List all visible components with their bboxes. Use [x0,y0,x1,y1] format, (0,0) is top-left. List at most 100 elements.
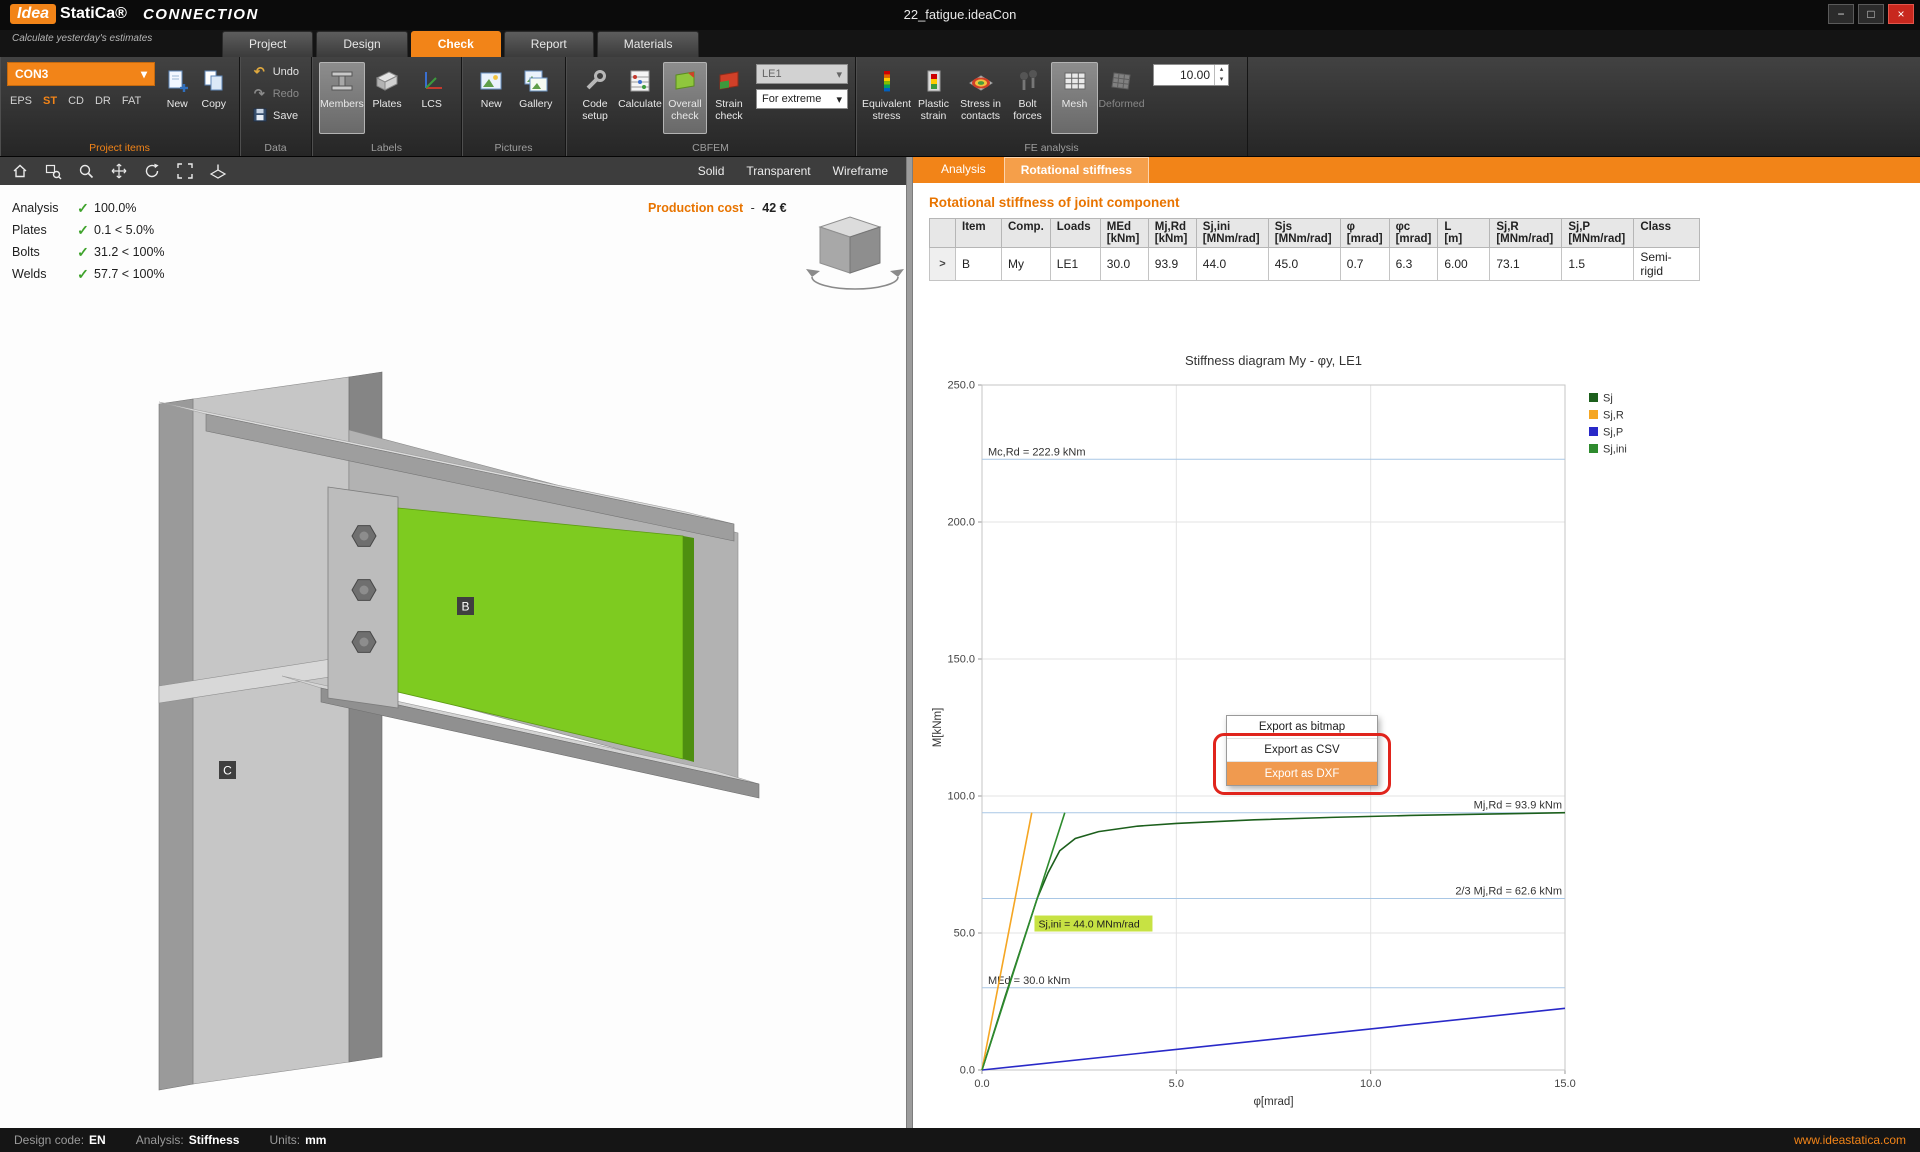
column-header[interactable]: φ [mrad] [1339,218,1390,248]
column-header[interactable]: Class [1633,218,1701,248]
table-cell: LE1 [1049,247,1101,281]
group-label-fe-analysis: FE analysis [1024,142,1079,154]
lcs-button[interactable]: LCS [409,62,454,134]
panel-splitter[interactable] [906,157,913,1128]
zoom-icon [79,164,94,179]
column-header[interactable] [929,218,956,248]
spin-up-icon[interactable]: ▴ [1215,65,1228,75]
website-link[interactable]: www.ideastatica.com [1794,1133,1906,1147]
series-Sj [981,811,1566,1071]
overall-check-button[interactable]: Overall check [662,62,707,134]
tab-analysis[interactable]: Analysis [925,157,1002,183]
filter-st[interactable]: ST [43,95,57,107]
tab-project[interactable]: Project [222,31,314,57]
code-setup-button[interactable]: Code setup [573,62,617,134]
column-header[interactable]: Mj,Rd [kNm] [1147,218,1197,248]
stress-in-contacts-button[interactable]: Stress in contacts [957,62,1004,134]
filter-eps[interactable]: EPS [10,95,32,107]
check-value: 0.1 < 5.0% [94,223,155,237]
tab-report[interactable]: Report [503,31,594,57]
mesh-button[interactable]: Mesh [1051,62,1098,134]
filter-fat[interactable]: FAT [122,95,141,107]
column-header[interactable]: Comp. [1001,218,1051,248]
extreme-selector[interactable]: For extreme ▾ [756,89,849,109]
bolt-forces-button[interactable]: Bolt forces [1004,62,1051,134]
zoom-button[interactable] [76,161,96,181]
fit-view-button[interactable] [175,161,195,181]
column-header[interactable]: Sj,ini [MNm/rad] [1195,218,1269,248]
logo-statica: StatiCa® [60,5,127,22]
tab-materials[interactable]: Materials [596,31,700,57]
home-view-button[interactable] [10,161,30,181]
row-expander[interactable]: > [929,247,956,281]
strain-check-button[interactable]: Strain check [707,62,751,134]
clipping-button[interactable] [208,161,228,181]
project-item-selector[interactable]: CON3 ▾ [7,62,155,86]
rotate-button[interactable] [142,161,162,181]
spin-down-icon[interactable]: ▾ [1215,75,1228,85]
svg-text:C: C [223,764,232,778]
tab-check[interactable]: Check [410,31,501,57]
steel-joint-model[interactable]: B C [0,185,906,1128]
redo-button[interactable]: ↷ Redo [247,84,304,104]
statusbar: Design code: EN Analysis: Stiffness Units:… [0,1128,1920,1152]
tab-design[interactable]: Design [316,31,408,57]
column-header[interactable]: Sjs [MNm/rad] [1267,218,1341,248]
gallery-button[interactable]: Gallery [514,62,559,134]
pan-button[interactable] [109,161,129,181]
new-picture-button[interactable]: New [469,62,514,134]
context-menu-item[interactable]: Export as CSV [1227,739,1377,762]
plastic-strain-button[interactable]: Plastic strain [910,62,957,134]
undo-label: Undo [272,66,299,78]
close-button[interactable]: × [1888,4,1914,24]
view-mode-wireframe[interactable]: Wireframe [833,164,888,178]
abacus-icon [630,70,650,92]
column-header[interactable]: MEd [kNm] [1099,218,1149,248]
load-case-selector[interactable]: LE1 ▾ [756,64,849,84]
deformed-button[interactable]: Deformed [1098,62,1145,134]
copy-icon [204,70,223,91]
spinner-arrows[interactable]: ▴ ▾ [1214,65,1228,85]
table-row[interactable]: > B My LE1 30.0 93.9 44.0 45.0 0.7 6.3 6.00 73.1 1.5… [929,247,1701,281]
viewport-canvas[interactable]: Analysis ✓ 100.0% Plates ✓ 0.1 < 5.0% Bo… [0,185,906,1128]
chevron-down-icon: ▾ [140,67,147,81]
maximize-button[interactable]: □ [1858,4,1884,24]
new-project-item-button[interactable]: New [159,62,196,134]
view-mode-transparent[interactable]: Transparent [746,164,810,178]
column-header[interactable]: Sj,R [MNm/rad] [1489,218,1563,248]
plates-button[interactable]: Plates [365,62,410,134]
column-header[interactable]: Item [955,218,1002,248]
member-label-beam[interactable]: B [457,597,474,615]
production-cost-value: 42 € [762,201,787,215]
calculate-button[interactable]: Calculate [617,62,663,134]
member-label-column[interactable]: C [219,761,236,779]
save-button[interactable]: Save [247,106,304,126]
minimize-button[interactable]: − [1828,4,1854,24]
equivalent-stress-label: Equivalent stress [861,98,912,123]
status-value: EN [89,1133,106,1147]
undo-button[interactable]: ↶ Undo [247,62,304,82]
deformation-scale-spinner[interactable]: 10.00 ▴ ▾ [1153,64,1229,86]
orientation-cube[interactable] [806,216,904,290]
column-header[interactable]: Loads [1049,218,1101,248]
lcs-label: LCS [421,98,442,110]
production-cost-dash: - [750,201,755,215]
copy-project-item-button[interactable]: Copy [196,62,233,134]
equivalent-stress-button[interactable]: Equivalent stress [861,62,912,134]
view-mode-solid[interactable]: Solid [698,164,725,178]
reference-line-label: Mj,Rd = 93.9 kNm [1474,800,1562,812]
check-passed-icon: ✓ [77,199,89,216]
filter-dr[interactable]: DR [95,95,111,107]
column-header[interactable]: Sj,P [MNm/rad] [1561,218,1635,248]
column-header[interactable]: φc [mrad] [1388,218,1439,248]
filter-cd[interactable]: CD [68,95,84,107]
fit-view-icon [177,163,193,179]
context-menu-item[interactable]: Export as bitmap [1227,716,1377,739]
members-button[interactable]: Members [319,62,365,134]
undo-icon: ↶ [253,64,265,79]
context-menu-item[interactable]: Export as DXF [1227,762,1377,785]
zoom-window-button[interactable] [43,161,63,181]
save-icon [252,107,267,125]
tab-rotational-stiffness[interactable]: Rotational stiffness [1003,157,1150,183]
column-header[interactable]: L [m] [1437,218,1491,248]
